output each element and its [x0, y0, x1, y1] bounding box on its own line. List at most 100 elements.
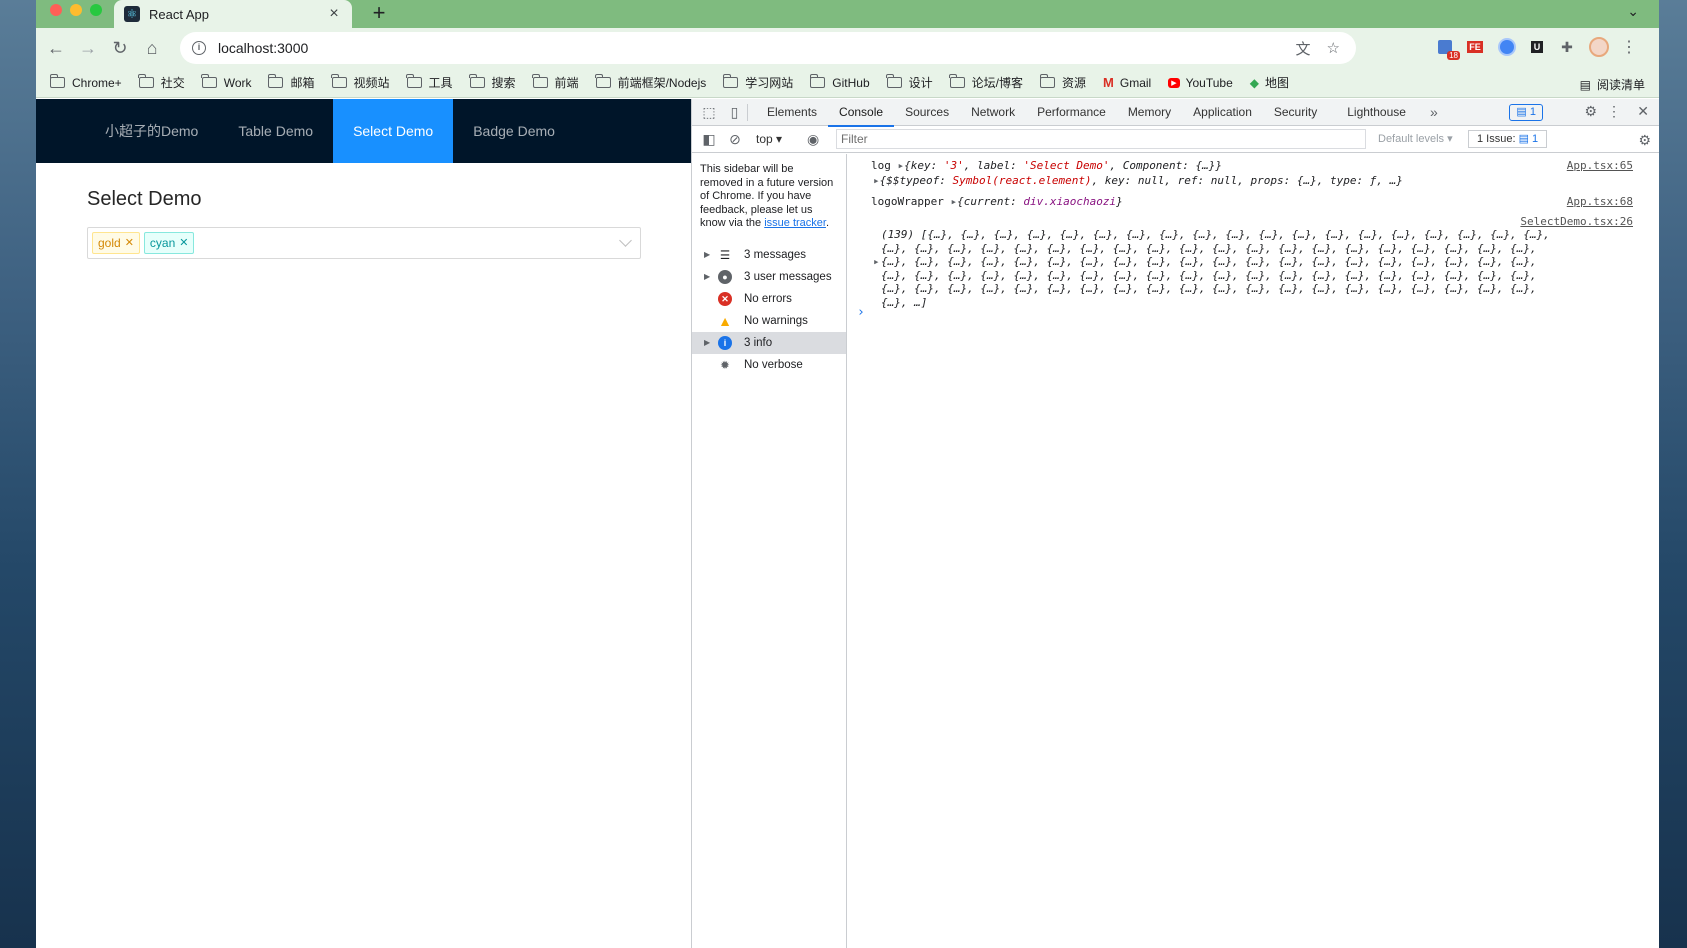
u-extension-icon[interactable]: U	[1524, 34, 1550, 60]
tab-search-icon[interactable]: ⌄	[1627, 3, 1639, 20]
log-line-1[interactable]: log ▸{key: '3', label: 'Select Demo', Co…	[871, 159, 1222, 173]
sidebar-item-errors[interactable]: ✕ No errors	[692, 288, 846, 310]
log-levels-dropdown[interactable]: Default levels ▾	[1378, 132, 1453, 145]
site-info-icon[interactable]: i	[192, 41, 206, 55]
profile-avatar-icon[interactable]	[1586, 34, 1612, 60]
close-window-button[interactable]	[50, 4, 62, 16]
sidebar-item-verbose[interactable]: ✹ No verbose	[692, 354, 846, 376]
expand-triangle-icon[interactable]: ▸	[873, 255, 880, 269]
bookmark-item[interactable]: 邮箱	[268, 74, 315, 91]
sidebar-item-info[interactable]: ▶ i 3 info	[692, 331, 846, 354]
source-link[interactable]: App.tsx:68	[1567, 195, 1633, 209]
settings-gear-icon[interactable]: ⚙	[1584, 103, 1597, 120]
issues-badge[interactable]: ▤ 1	[1509, 104, 1543, 121]
devtools-menu-icon[interactable]: ⋮	[1607, 103, 1621, 120]
tab-application[interactable]: Application	[1182, 99, 1263, 126]
expand-triangle-icon[interactable]: ▶	[704, 272, 714, 281]
tab-elements[interactable]: Elements	[756, 99, 828, 126]
bookmark-item[interactable]: 视频站	[331, 74, 390, 91]
browser-menu-icon[interactable]: ⋮	[1616, 34, 1642, 60]
folder-icon	[268, 74, 284, 88]
nav-item-badge-demo[interactable]: Badge Demo	[453, 99, 575, 163]
forward-icon[interactable]: →	[72, 32, 104, 64]
sidebar-item-warnings[interactable]: ▲ No warnings	[692, 310, 846, 332]
multi-select[interactable]: gold ✕ cyan ✕	[87, 227, 641, 259]
tab-console[interactable]: Console	[828, 99, 895, 127]
puzzle-icon[interactable]: ✚	[1554, 34, 1580, 60]
back-icon[interactable]: ←	[40, 32, 72, 64]
clear-console-icon[interactable]: ⊘	[722, 131, 748, 148]
bookmark-label: 论坛/博客	[971, 76, 1023, 90]
close-tab-icon[interactable]: ×	[326, 5, 342, 23]
info-icon: i	[714, 335, 736, 350]
folder-icon	[469, 74, 485, 88]
sidebar-toggle-icon[interactable]: ◧	[696, 131, 722, 148]
url-text[interactable]: localhost:3000	[218, 40, 1296, 56]
translate-icon[interactable]: 文	[1296, 38, 1311, 59]
more-tabs-icon[interactable]: »	[1421, 104, 1447, 120]
bookmark-item[interactable]: M Gmail	[1103, 75, 1151, 90]
source-link[interactable]: App.tsx:65	[1567, 159, 1633, 173]
bookmark-star-icon[interactable]: ☆	[1327, 39, 1340, 57]
bookmark-item[interactable]: 设计	[886, 74, 933, 91]
bookmark-item[interactable]: 学习网站	[722, 74, 793, 91]
console-settings-icon[interactable]: ⚙	[1638, 132, 1651, 149]
sidebar-deprecation-note: This sidebar will be removed in a future…	[700, 163, 834, 229]
bookmark-item[interactable]: 工具	[406, 74, 453, 91]
bookmark-item[interactable]: 社交	[138, 74, 185, 91]
bookmark-item[interactable]: 前端框架/Nodejs	[595, 74, 706, 91]
reading-list-button[interactable]: ▤ 阅读清单	[1580, 76, 1645, 93]
issues-counter[interactable]: 1 Issue: ▤ 1	[1468, 130, 1548, 148]
remove-tag-icon[interactable]: ✕	[179, 233, 188, 253]
log-object: }	[1116, 195, 1123, 208]
extension-grid-icon[interactable]: 18	[1432, 34, 1460, 60]
new-tab-button[interactable]: +	[367, 1, 391, 25]
log-line-2[interactable]: ▸{$$typeof: Symbol(react.element), key: …	[873, 174, 1403, 188]
bookmark-item[interactable]: 搜索	[469, 74, 516, 91]
context-selector[interactable]: top ▾	[756, 132, 782, 146]
source-link[interactable]: SelectDemo.tsx:26	[1520, 215, 1633, 229]
console-prompt-icon[interactable]: ›	[857, 306, 865, 320]
bookmark-item[interactable]: 前端	[532, 74, 579, 91]
zoom-window-button[interactable]	[90, 4, 102, 16]
bookmark-label: 邮箱	[290, 76, 315, 90]
fe-extension-icon[interactable]: FE	[1462, 34, 1488, 60]
issue-tracker-link[interactable]: issue tracker	[764, 217, 826, 229]
close-devtools-icon[interactable]: ✕	[1637, 103, 1649, 120]
inspect-element-icon[interactable]: ⬚	[696, 104, 722, 121]
tab-memory[interactable]: Memory	[1117, 99, 1182, 126]
log-line-3[interactable]: logoWrapper ▸{current: div.xiaochaozi}	[871, 195, 1123, 209]
expand-triangle-icon[interactable]: ▶	[704, 338, 714, 347]
minimize-window-button[interactable]	[70, 4, 82, 16]
bookmark-item[interactable]: Work	[201, 74, 251, 90]
bookmark-item[interactable]: 资源	[1039, 74, 1086, 91]
bookmark-item[interactable]: ▶ YouTube	[1168, 76, 1233, 90]
device-toolbar-icon[interactable]: ▯	[722, 103, 748, 121]
sidebar-item-messages[interactable]: ▶ ☰ 3 messages	[692, 244, 846, 266]
expand-triangle-icon[interactable]: ▶	[704, 250, 714, 259]
home-icon[interactable]: ⌂	[136, 32, 168, 64]
remove-tag-icon[interactable]: ✕	[125, 233, 134, 253]
sidebar-item-user-messages[interactable]: ▶ ● 3 user messages	[692, 266, 846, 288]
console-filter-input[interactable]: Filter	[836, 129, 1366, 149]
tab-network[interactable]: Network	[960, 99, 1026, 126]
address-bar[interactable]: i localhost:3000 文 ☆	[180, 32, 1356, 64]
circle-extension-icon[interactable]	[1494, 34, 1520, 60]
tab-lighthouse[interactable]: Lighthouse	[1336, 99, 1417, 126]
extension-badge: 18	[1447, 51, 1460, 60]
bookmark-item[interactable]: 论坛/博客	[949, 74, 1023, 91]
nav-item-table-demo[interactable]: Table Demo	[218, 99, 333, 163]
bookmark-item[interactable]: ◆ 地图	[1250, 74, 1289, 91]
tab-sources[interactable]: Sources	[894, 99, 960, 126]
nav-item-home[interactable]: 小超子的Demo	[85, 99, 218, 163]
chevron-down-icon[interactable]	[619, 234, 632, 247]
tab-security[interactable]: Security	[1263, 99, 1328, 126]
array-line[interactable]: (139) [{…}, {…}, {…}, {…}, {…}, {…}, {…}…	[881, 228, 1550, 242]
bookmark-item[interactable]: Chrome+	[49, 74, 122, 90]
tab-performance[interactable]: Performance	[1026, 99, 1117, 126]
eye-icon[interactable]: ◉	[800, 131, 826, 148]
browser-tab[interactable]: ⚛ React App ×	[114, 0, 352, 28]
nav-item-select-demo[interactable]: Select Demo	[333, 99, 454, 163]
reload-icon[interactable]: ↻	[104, 32, 136, 64]
bookmark-item[interactable]: GitHub	[809, 74, 870, 90]
